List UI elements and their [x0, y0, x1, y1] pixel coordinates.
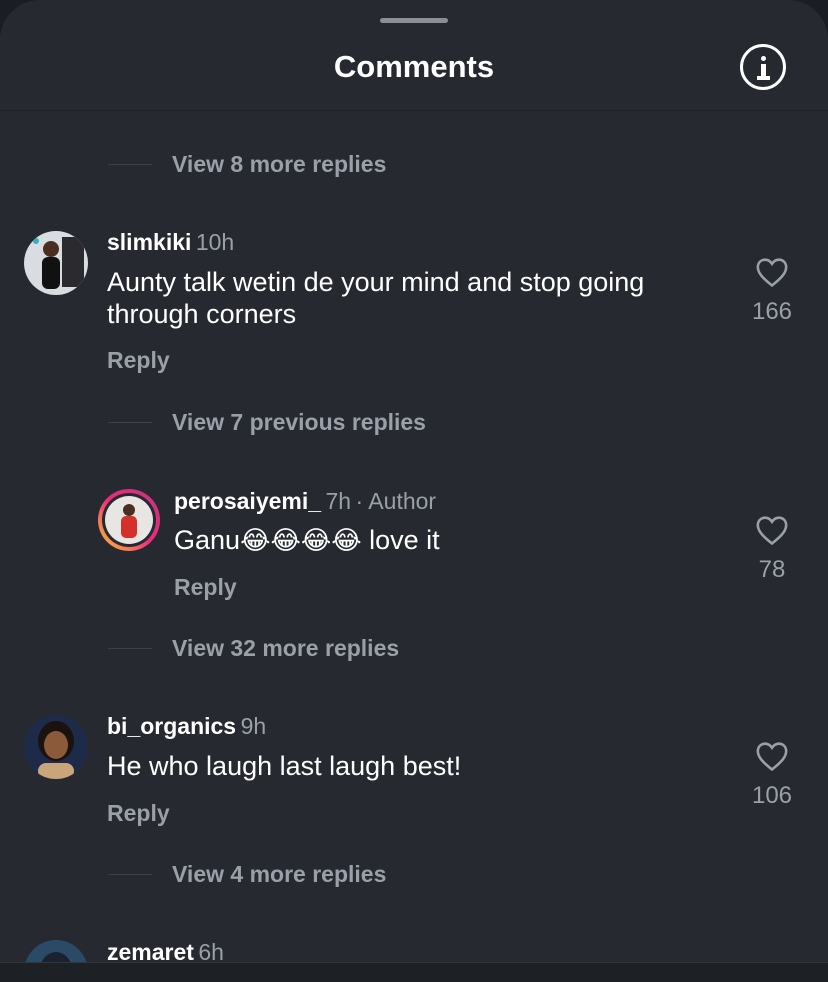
- avatar[interactable]: [24, 231, 88, 295]
- info-icon[interactable]: [740, 44, 786, 90]
- comments-header: Comments: [0, 0, 828, 111]
- reply-button[interactable]: Reply: [107, 800, 170, 827]
- avatar-story-ring[interactable]: [97, 488, 161, 552]
- heart-icon: [756, 742, 788, 772]
- timestamp: 9h: [240, 713, 267, 739]
- like-button[interactable]: 166: [742, 256, 802, 326]
- comment-header: perosaiyemi_ 7h · Author: [174, 488, 436, 515]
- username[interactable]: slimkiki: [107, 229, 191, 255]
- heart-icon: [756, 258, 788, 288]
- laughing-emoji: 😂😂😂😂: [240, 526, 362, 556]
- like-count: 78: [758, 556, 786, 583]
- bottom-bar: [0, 962, 828, 982]
- view-more-replies[interactable]: View 8 more replies: [108, 147, 386, 181]
- comment-header: slimkiki 10h: [107, 229, 234, 256]
- timestamp: 7h: [325, 488, 352, 514]
- comment-text: Aunty talk wetin de your mind and stop g…: [107, 267, 645, 329]
- comments-sheet: Comments View 8 more replies slimkiki 10…: [0, 0, 828, 982]
- username[interactable]: perosaiyemi_: [174, 488, 321, 514]
- page-title: Comments: [333, 49, 495, 84]
- like-count: 106: [751, 782, 793, 809]
- like-button[interactable]: 78: [742, 514, 802, 584]
- avatar[interactable]: [24, 715, 88, 779]
- view-more-replies[interactable]: View 4 more replies: [108, 857, 386, 891]
- reply-button[interactable]: Reply: [174, 574, 237, 601]
- like-count: 166: [751, 298, 793, 325]
- like-button[interactable]: 106: [742, 740, 802, 810]
- username[interactable]: bi_organics: [107, 713, 236, 739]
- author-badge: · Author: [355, 488, 437, 514]
- reply-button[interactable]: Reply: [107, 347, 170, 374]
- drag-handle[interactable]: [380, 18, 448, 23]
- view-more-replies[interactable]: View 32 more replies: [108, 631, 399, 665]
- comment-text: Ganu😂😂😂😂 love it: [174, 525, 440, 556]
- comment-text: He who laugh last laugh best!: [107, 751, 462, 781]
- comment-header: bi_organics 9h: [107, 713, 266, 740]
- view-previous-replies[interactable]: View 7 previous replies: [108, 405, 426, 439]
- heart-icon: [756, 516, 788, 546]
- timestamp: 10h: [195, 229, 235, 255]
